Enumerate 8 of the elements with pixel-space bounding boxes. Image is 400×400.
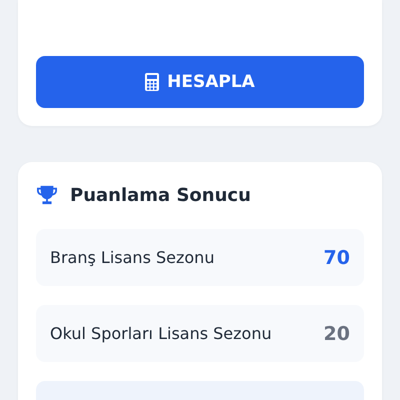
season-label: Okul Sporları Lisans Sezonu	[50, 324, 272, 343]
trophy-icon	[36, 185, 58, 205]
season-label: Branş Lisans Sezonu	[50, 248, 214, 267]
score-value: 20	[324, 322, 350, 344]
score-value: 70	[324, 246, 350, 268]
calculate-button[interactable]: HESAPLA	[36, 56, 364, 108]
calculator-icon	[145, 73, 160, 91]
result-title: Puanlama Sonucu	[70, 184, 251, 206]
